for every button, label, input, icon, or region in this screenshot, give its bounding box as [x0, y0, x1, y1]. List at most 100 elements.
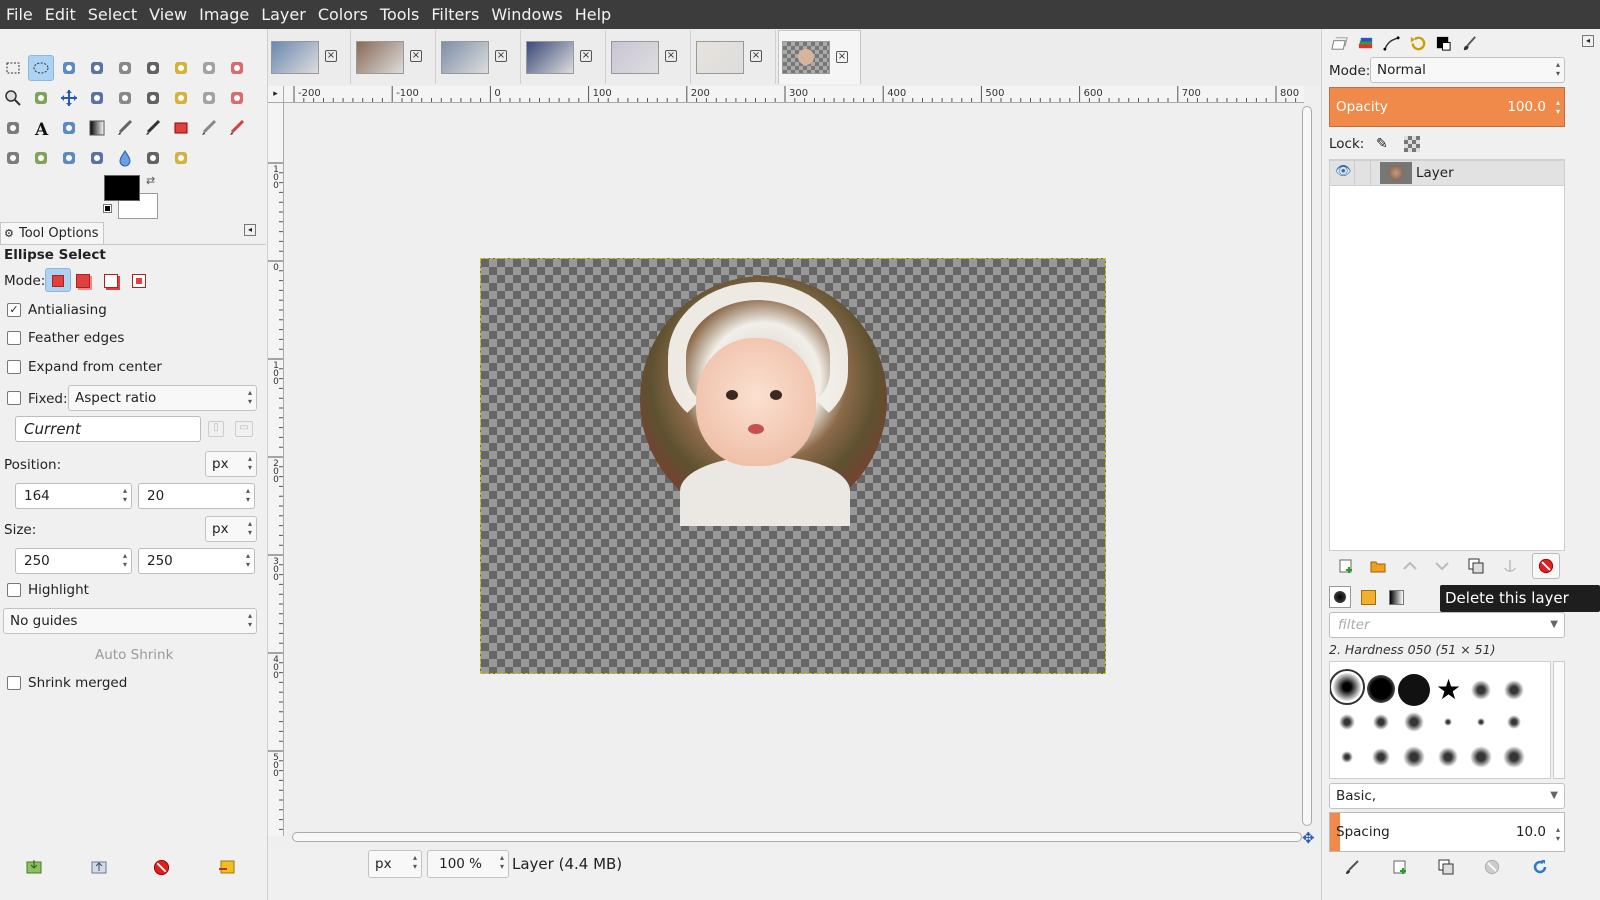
- current-entry[interactable]: Current: [15, 416, 201, 442]
- brush-preset[interactable]: [1398, 674, 1430, 706]
- paths-tab-icon[interactable]: [1380, 32, 1402, 54]
- flip-tool-icon[interactable]: [0, 115, 26, 141]
- ellipse-select-tool-icon[interactable]: [28, 55, 54, 81]
- brushes-subtab-icon[interactable]: [1329, 586, 1351, 608]
- default-colors-icon[interactable]: [103, 204, 112, 213]
- expand-from-center-checkbox[interactable]: [7, 360, 21, 374]
- colors-tab-icon[interactable]: [1432, 32, 1454, 54]
- spin-arrows-icon[interactable]: ▴ ▾: [1556, 98, 1560, 116]
- unified-transform-tool-icon[interactable]: [140, 85, 166, 111]
- zoom-combo[interactable]: 100 % ▴ ▾: [427, 850, 509, 878]
- brushes-tab-icon[interactable]: [1458, 32, 1480, 54]
- foreground-select-tool-icon[interactable]: [168, 55, 194, 81]
- brush-grid-scrollbar[interactable]: [1553, 661, 1565, 779]
- free-select-tool-icon[interactable]: [56, 55, 82, 81]
- select-by-color-tool-icon[interactable]: [112, 55, 138, 81]
- raise-layer-icon[interactable]: [1400, 556, 1420, 576]
- aspect-landscape-icon[interactable]: ▭: [235, 421, 253, 437]
- edit-brush-icon[interactable]: [1342, 857, 1362, 877]
- mypaint-brush-tool-icon[interactable]: [0, 145, 26, 171]
- save-tool-preset-icon[interactable]: [25, 859, 43, 875]
- move-tool-icon[interactable]: [56, 85, 82, 111]
- mode-subtract-button[interactable]: [104, 274, 118, 288]
- reset-tool-options-icon[interactable]: [218, 859, 236, 875]
- zoom-tool-icon[interactable]: [0, 85, 26, 111]
- eraser-tool-icon[interactable]: [168, 115, 194, 141]
- image-tab-5[interactable]: ×: [608, 30, 691, 84]
- close-tab-icon[interactable]: ×: [750, 50, 762, 62]
- handle-transform-tool-icon[interactable]: [168, 85, 194, 111]
- paintbrush-tool-icon[interactable]: [140, 115, 166, 141]
- menu-help[interactable]: Help: [571, 0, 619, 29]
- auto-shrink-button[interactable]: Auto Shrink: [95, 647, 173, 663]
- brush-tag-combo[interactable]: Basic, ▼: [1329, 783, 1565, 809]
- dock-menu-icon[interactable]: ◂: [1582, 35, 1594, 47]
- foreground-color-swatch[interactable]: [104, 175, 140, 201]
- layer-name[interactable]: Layer: [1416, 165, 1454, 181]
- image-tab-1[interactable]: ×: [268, 30, 351, 84]
- fg-bg-colors[interactable]: ⇄: [103, 174, 158, 221]
- layer-mode-combo[interactable]: Normal ▴ ▾: [1370, 57, 1565, 83]
- brush-preset[interactable]: [1373, 714, 1389, 730]
- channels-tab-icon[interactable]: [1354, 32, 1376, 54]
- chain-slot[interactable]: [1354, 161, 1355, 185]
- brush-grid[interactable]: ★: [1329, 661, 1551, 779]
- position-x-field[interactable]: 164 ▴ ▾: [15, 483, 132, 509]
- duplicate-layer-icon[interactable]: [1466, 556, 1486, 576]
- new-layer-icon[interactable]: [1336, 556, 1356, 576]
- spacing-slider[interactable]: Spacing 10.0 ▴ ▾: [1329, 812, 1565, 852]
- horizontal-ruler[interactable]: -200 -100 0 100 200 300 400 500 600 700 800: [284, 86, 1304, 103]
- delete-layer-button[interactable]: [1532, 553, 1560, 579]
- brush-preset[interactable]: [1339, 714, 1355, 730]
- anchor-layer-icon[interactable]: [1500, 556, 1520, 576]
- lock-pixels-icon[interactable]: ✎: [1376, 136, 1388, 152]
- close-tab-icon[interactable]: ×: [580, 50, 592, 62]
- brush-preset[interactable]: [1471, 680, 1491, 700]
- menu-colors[interactable]: Colors: [314, 0, 376, 29]
- brush-preset[interactable]: [1404, 712, 1424, 732]
- brush-preset[interactable]: [1504, 680, 1524, 700]
- refresh-brushes-icon[interactable]: [1530, 857, 1550, 877]
- new-brush-icon[interactable]: [1390, 857, 1410, 877]
- spin-arrows-icon[interactable]: ▴ ▾: [246, 551, 250, 569]
- clone-tool-icon[interactable]: [28, 145, 54, 171]
- guides-combo[interactable]: No guides ▴ ▾: [3, 608, 257, 634]
- spin-arrows-icon[interactable]: ▴ ▾: [123, 551, 127, 569]
- text-tool-icon[interactable]: A: [28, 115, 54, 141]
- image-canvas[interactable]: [480, 258, 1106, 674]
- close-tab-icon[interactable]: ×: [410, 50, 422, 62]
- close-tab-icon[interactable]: ×: [495, 50, 507, 62]
- brush-preset[interactable]: [1438, 747, 1458, 767]
- brush-preset[interactable]: [1470, 746, 1492, 768]
- spin-arrows-icon[interactable]: ▴ ▾: [123, 486, 127, 504]
- highlight-checkbox[interactable]: [7, 583, 21, 597]
- brush-preset[interactable]: [1444, 718, 1452, 726]
- measure-tool-icon[interactable]: [28, 85, 54, 111]
- duplicate-brush-icon[interactable]: [1436, 857, 1456, 877]
- lower-layer-icon[interactable]: [1432, 556, 1452, 576]
- pencil-tool-icon[interactable]: [112, 115, 138, 141]
- menu-filters[interactable]: Filters: [427, 0, 487, 29]
- position-unit-combo[interactable]: px ▴ ▾: [205, 451, 257, 477]
- size-width-field[interactable]: 250 ▴ ▾: [15, 548, 132, 574]
- close-tab-icon[interactable]: ×: [325, 50, 337, 62]
- airbrush-tool-icon[interactable]: [196, 115, 222, 141]
- layers-tab-icon[interactable]: [1328, 32, 1350, 54]
- mode-replace-button[interactable]: [45, 268, 71, 292]
- quick-mask-corner-icon[interactable]: ▸: [268, 86, 284, 103]
- menu-windows[interactable]: Windows: [487, 0, 570, 29]
- rect-select-tool-icon[interactable]: [0, 55, 26, 81]
- color-picker-tool-icon[interactable]: [224, 55, 250, 81]
- menu-image[interactable]: Image: [195, 0, 257, 29]
- brush-preset[interactable]: [1403, 746, 1425, 768]
- brush-preset[interactable]: [1372, 748, 1390, 766]
- delete-tool-preset-icon[interactable]: [153, 859, 171, 876]
- size-height-field[interactable]: 250 ▴ ▾: [138, 548, 255, 574]
- restore-tool-preset-icon[interactable]: [90, 859, 108, 875]
- vertical-scrollbar[interactable]: [1302, 106, 1312, 826]
- blur-tool-icon[interactable]: [112, 145, 138, 171]
- scissors-select-tool-icon[interactable]: [140, 55, 166, 81]
- gradient-tool-icon[interactable]: [84, 115, 110, 141]
- alignment-tool-icon[interactable]: [84, 85, 110, 111]
- lock-alpha-icon[interactable]: [1404, 136, 1420, 152]
